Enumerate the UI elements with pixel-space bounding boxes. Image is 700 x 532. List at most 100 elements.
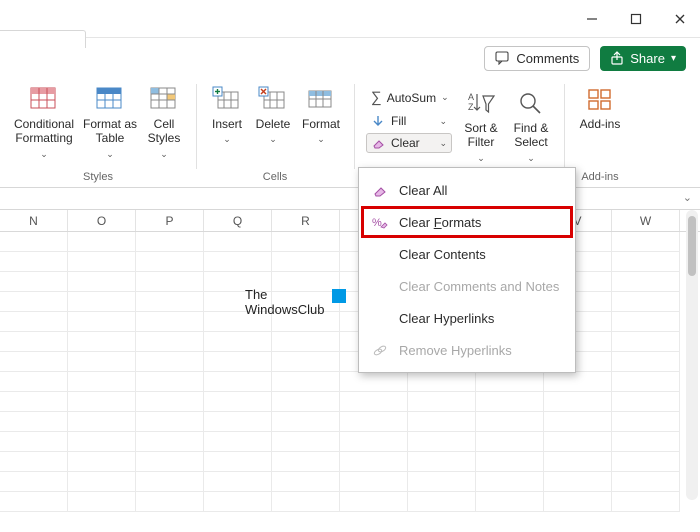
header-actions: Comments Share ▾: [0, 38, 700, 78]
insert-button[interactable]: Insert ⌄: [204, 82, 250, 147]
col-header[interactable]: O: [68, 210, 136, 231]
chevron-down-icon: ⌄: [439, 116, 447, 127]
cell-styles-button[interactable]: Cell Styles ⌄: [140, 82, 188, 162]
delete-cells-icon: [258, 84, 288, 114]
blank-icon: [371, 245, 389, 263]
ribbon-tab-stub[interactable]: [0, 30, 86, 48]
clear-formats-label: Clear Formats: [399, 215, 481, 230]
clear-all-item[interactable]: Clear All: [361, 174, 573, 206]
insert-label: Insert: [212, 117, 242, 131]
comments-label: Comments: [516, 51, 579, 66]
cell-styles-icon: [149, 84, 179, 114]
clear-comments-label: Clear Comments and Notes: [399, 279, 559, 294]
comment-icon: [495, 51, 510, 65]
chevron-down-icon: ⌄: [441, 92, 449, 103]
scroll-thumb[interactable]: [688, 216, 696, 276]
sort-filter-icon: AZ: [466, 88, 496, 118]
addins-icon: [585, 84, 615, 114]
autosum-button[interactable]: ∑ AutoSum ⌄: [366, 86, 452, 109]
chevron-down-icon: ⌄: [223, 134, 231, 145]
clear-contents-item[interactable]: Clear Contents: [361, 238, 573, 270]
conditional-formatting-icon: [29, 84, 59, 114]
comments-button[interactable]: Comments: [484, 46, 590, 71]
eraser-icon: [371, 181, 389, 199]
maximize-button[interactable]: [628, 11, 644, 27]
window-titlebar: [0, 0, 700, 38]
close-button[interactable]: [672, 11, 688, 27]
col-header[interactable]: P: [136, 210, 204, 231]
conditional-formatting-label: Conditional Formatting: [10, 117, 78, 146]
insert-cells-icon: [212, 84, 242, 114]
watermark: The WindowsClub: [245, 288, 346, 318]
remove-hyperlinks-item: Remove Hyperlinks: [361, 334, 573, 366]
clear-all-label: Clear All: [399, 183, 447, 198]
watermark-logo-icon: [332, 289, 346, 303]
watermark-line1: The: [245, 288, 324, 303]
clear-formats-item[interactable]: % Clear Formats: [361, 206, 573, 238]
clear-hyperlinks-label: Clear Hyperlinks: [399, 311, 494, 326]
share-icon: [610, 51, 624, 65]
col-header[interactable]: W: [612, 210, 680, 231]
spreadsheet-grid[interactable]: The WindowsClub: [0, 232, 700, 532]
delete-label: Delete: [256, 117, 291, 131]
clear-hyperlinks-item[interactable]: Clear Hyperlinks: [361, 302, 573, 334]
group-label-addins: Add-ins: [581, 169, 618, 185]
eraser-icon: [371, 136, 386, 150]
group-cells: Insert ⌄ Delete ⌄ Format ⌄ Cells: [196, 78, 354, 187]
clear-dropdown-menu: Clear All % Clear Formats Clear Contents…: [358, 167, 576, 373]
expand-formula-icon[interactable]: ⌄: [683, 191, 692, 204]
share-label: Share: [630, 51, 665, 66]
format-as-table-icon: [95, 84, 125, 114]
format-label: Format: [302, 117, 340, 131]
svg-text:A: A: [468, 92, 474, 102]
sigma-icon: ∑: [371, 89, 382, 106]
blank-icon: [371, 277, 389, 295]
addins-label: Add-ins: [580, 117, 621, 131]
conditional-formatting-button[interactable]: Conditional Formatting ⌄: [8, 82, 80, 162]
share-button[interactable]: Share ▾: [600, 46, 686, 71]
clear-button[interactable]: Clear ⌄: [366, 133, 452, 153]
formula-bar[interactable]: ⌄: [0, 188, 700, 210]
find-select-label: Find & Select: [508, 121, 554, 150]
sort-filter-label: Sort & Filter: [458, 121, 504, 150]
chevron-down-icon: ⌄: [269, 134, 277, 145]
autosum-label: AutoSum: [387, 91, 436, 105]
chevron-down-icon: ⌄: [40, 149, 48, 160]
fill-label: Fill: [391, 114, 406, 128]
col-header[interactable]: R: [272, 210, 340, 231]
col-header[interactable]: Q: [204, 210, 272, 231]
clear-formats-icon: %: [371, 213, 389, 231]
chevron-down-icon: ⌄: [439, 138, 447, 149]
group-label-cells: Cells: [263, 169, 287, 185]
remove-hyperlinks-label: Remove Hyperlinks: [399, 343, 512, 358]
chevron-down-icon: ▾: [671, 53, 676, 64]
ribbon: Conditional Formatting ⌄ Format as Table…: [0, 78, 700, 188]
cell-styles-label: Cell Styles: [142, 117, 186, 146]
vertical-scrollbar[interactable]: [686, 210, 698, 500]
chevron-down-icon: ⌄: [477, 153, 485, 164]
blank-icon: [371, 309, 389, 327]
find-select-icon: [516, 88, 546, 118]
group-label-styles: Styles: [83, 169, 113, 185]
format-as-table-label: Format as Table: [82, 117, 138, 146]
sort-filter-button[interactable]: AZ Sort & Filter ⌄: [456, 86, 506, 166]
clear-label: Clear: [391, 136, 420, 150]
fill-button[interactable]: Fill ⌄: [366, 111, 452, 131]
chevron-down-icon: ⌄: [527, 153, 535, 164]
addins-button[interactable]: Add-ins: [572, 82, 628, 133]
format-button[interactable]: Format ⌄: [296, 82, 346, 147]
col-header[interactable]: N: [0, 210, 68, 231]
svg-text:Z: Z: [468, 102, 474, 112]
find-select-button[interactable]: Find & Select ⌄: [506, 86, 556, 166]
format-as-table-button[interactable]: Format as Table ⌄: [80, 82, 140, 162]
fill-icon: [371, 114, 386, 128]
watermark-line2: WindowsClub: [245, 303, 324, 318]
clear-contents-label: Clear Contents: [399, 247, 486, 262]
column-headers: N O P Q R S T U V W: [0, 210, 700, 232]
delete-button[interactable]: Delete ⌄: [250, 82, 296, 147]
group-styles: Conditional Formatting ⌄ Format as Table…: [0, 78, 196, 187]
format-cells-icon: [306, 84, 336, 114]
chevron-down-icon: ⌄: [317, 134, 325, 145]
minimize-button[interactable]: [584, 11, 600, 27]
chevron-down-icon: ⌄: [160, 149, 168, 160]
